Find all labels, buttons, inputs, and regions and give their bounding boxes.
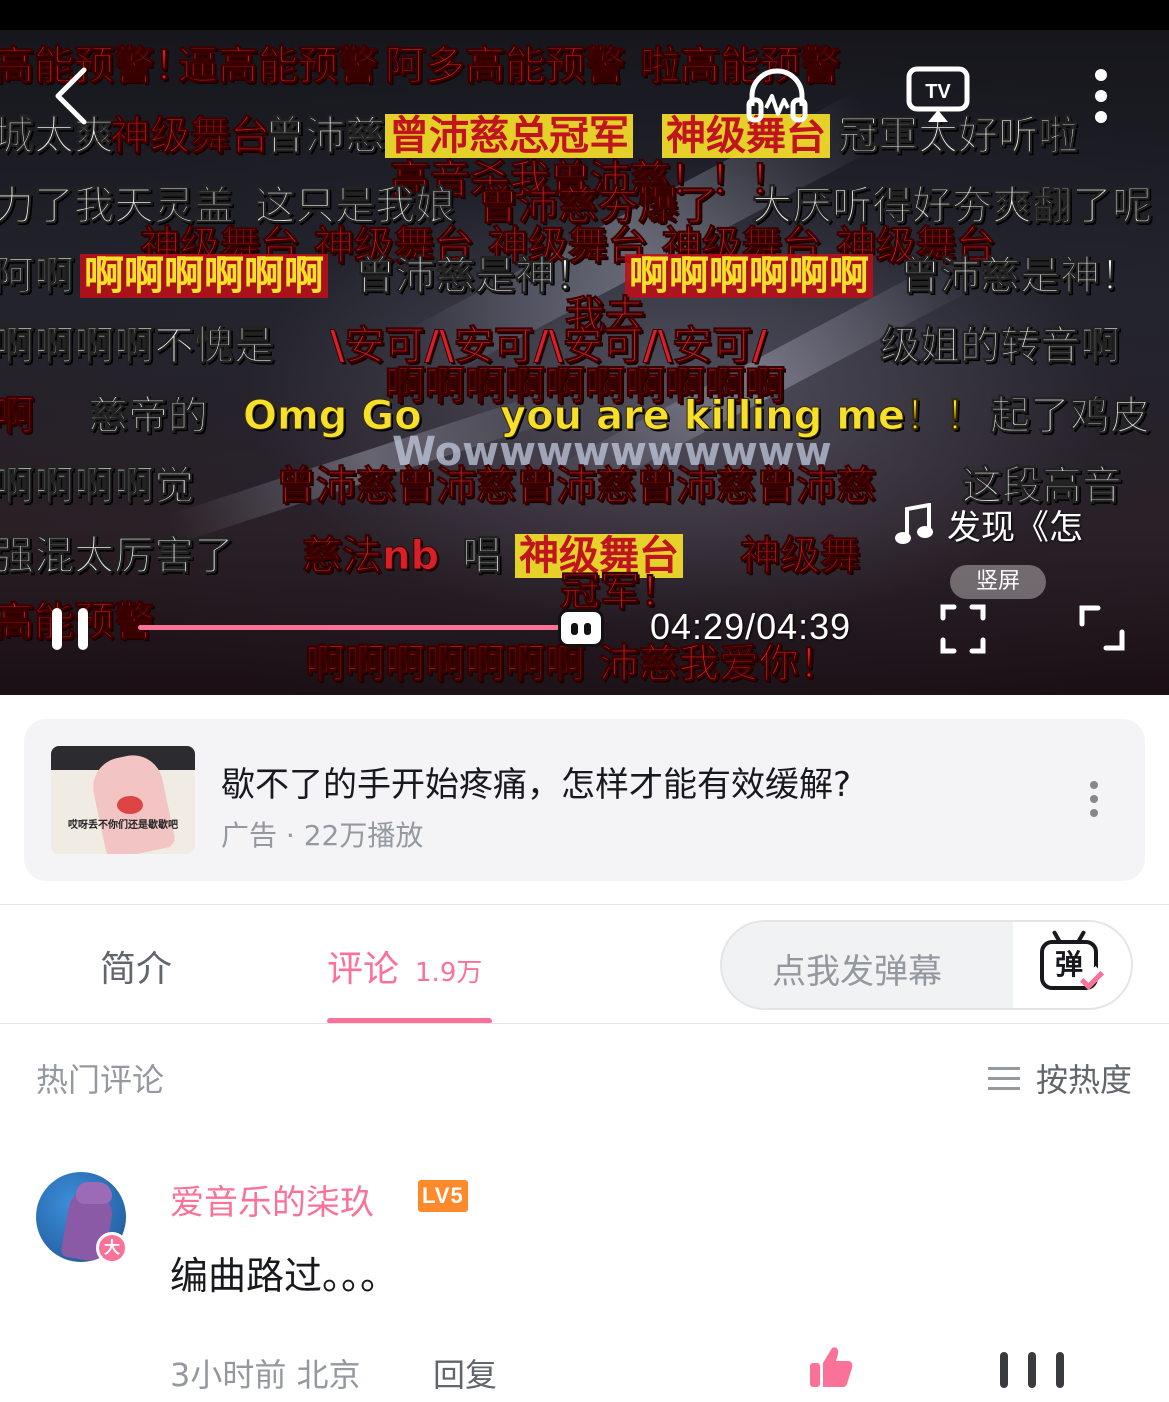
ad-more-icon[interactable] <box>1084 781 1104 821</box>
pause-icon <box>52 608 88 650</box>
chevron-left-icon <box>55 67 87 125</box>
music-note-icon <box>895 502 933 544</box>
list-sort-icon <box>988 1060 1020 1097</box>
tv-cast-icon: TV <box>906 66 970 122</box>
sort-button[interactable]: 按热度 <box>988 1055 1132 1101</box>
send-danmaku-input[interactable]: 点我发弹幕 弹 <box>720 920 1133 1010</box>
svg-text:TV: TV <box>925 81 951 103</box>
divider <box>0 904 1169 905</box>
comment-meta: 3小时前 北京 <box>170 1356 361 1394</box>
progress-thumb[interactable] <box>558 609 604 647</box>
progress-fill <box>138 625 562 630</box>
reply-button[interactable]: 回复 <box>433 1350 497 1396</box>
music-tag-label: 发现《怎 <box>947 508 1083 548</box>
status-bar-strip <box>0 0 1169 30</box>
pause-button[interactable] <box>50 606 90 652</box>
danmaku-toggle-button[interactable] <box>940 604 986 654</box>
ad-title[interactable]: 歇不了的手开始疼痛，怎样才能有效缓解? <box>221 757 851 806</box>
comment-text: 编曲路过。。。 <box>170 1254 399 1298</box>
tab-comments[interactable]: 评论 1.9万 <box>327 940 482 992</box>
focus-frame-icon <box>940 604 986 654</box>
cast-tv-button[interactable]: TV <box>906 66 970 124</box>
level-badge: LV5 <box>418 1180 468 1212</box>
sort-label: 按热度 <box>1036 1061 1133 1099</box>
like-button[interactable] <box>808 1345 854 1393</box>
audio-mode-button[interactable] <box>746 66 808 124</box>
divider <box>0 1023 1169 1024</box>
thumbs-up-icon <box>810 1347 853 1387</box>
ad-thumbnail-caption: 哎呀丢不你们还是歇歇吧 <box>68 820 178 831</box>
vip-badge: 大 <box>96 1232 128 1264</box>
back-button[interactable] <box>52 66 92 126</box>
video-player[interactable]: 高能预警！ 逼高能预警 阿多高能预警 啦高能预警 城太爽 神级舞台 曾沛慈 曾沛… <box>0 0 1169 695</box>
comment-count: 1.9万 <box>415 958 483 988</box>
tab-intro[interactable]: 简介 <box>100 940 172 992</box>
comment-more-icon[interactable] <box>1000 1352 1064 1388</box>
fullscreen-icon <box>1079 605 1125 651</box>
comment-username[interactable]: 爱音乐的柒玖 <box>170 1175 374 1224</box>
more-vertical-icon <box>1095 69 1107 123</box>
headphones-icon <box>746 68 808 123</box>
danmaku-settings-button[interactable]: 弹 <box>1013 922 1131 1008</box>
time-display: 04:29/04:39 <box>650 606 852 647</box>
fullscreen-button[interactable] <box>1078 604 1126 652</box>
ad-meta: 广告 · 22万播放 <box>221 819 424 852</box>
ad-card[interactable]: 哎呀丢不你们还是歇歇吧 歇不了的手开始疼痛，怎样才能有效缓解? 广告 · 22万… <box>24 719 1145 881</box>
hot-comments-title: 热门评论 <box>36 1061 165 1099</box>
progress-bar[interactable] <box>138 625 578 630</box>
portrait-mode-button[interactable]: 竖屏 <box>950 565 1046 599</box>
tab-comments-label: 评论 <box>327 949 400 990</box>
ad-thumbnail: 哎呀丢不你们还是歇歇吧 <box>51 746 195 854</box>
send-danmaku-placeholder: 点我发弹幕 <box>772 952 942 992</box>
more-options-button[interactable] <box>1092 68 1110 124</box>
music-tag[interactable]: 发现《怎 <box>895 500 1083 549</box>
